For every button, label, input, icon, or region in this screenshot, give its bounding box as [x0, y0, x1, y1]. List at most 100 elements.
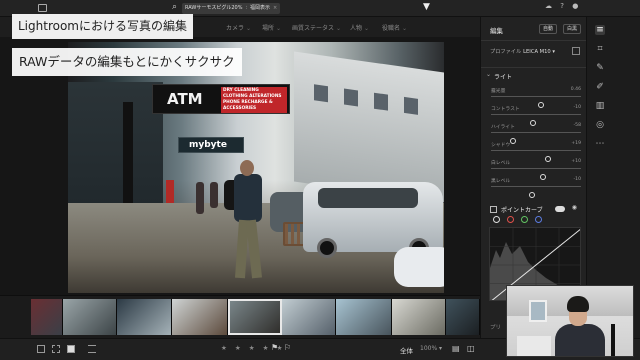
- white-car: [303, 182, 443, 258]
- slider-value[interactable]: -58: [573, 123, 581, 128]
- atm-sign: ATM DRY CLEANING CLOTHING ALTERATIONS PH…: [152, 84, 290, 114]
- slider-track[interactable]: [491, 132, 581, 144]
- compare-icon[interactable]: ◫: [467, 344, 475, 353]
- filter-icon[interactable]: ▼: [423, 2, 430, 12]
- slider-value[interactable]: +10: [571, 159, 581, 164]
- slider-exposure[interactable]: 露光量 0.46: [481, 87, 587, 108]
- detail-view-icon[interactable]: [67, 345, 75, 353]
- filmstrip-thumbnail-selected[interactable]: [228, 299, 282, 335]
- building-window: [314, 84, 328, 103]
- profile-value: LEICA M10 ▾: [523, 49, 555, 55]
- radial-icon[interactable]: ◎: [595, 120, 605, 130]
- light-section-header[interactable]: ⌄ ライト: [481, 67, 587, 81]
- filter-status[interactable]: 画質ステータス ⌄: [292, 23, 341, 32]
- channel-rgb-icon[interactable]: [493, 216, 500, 223]
- slider-highlights[interactable]: ハイライト -58: [481, 123, 587, 144]
- sliders-icon[interactable]: ≡: [595, 25, 605, 35]
- notification-icon[interactable]: ●: [572, 2, 578, 10]
- healing-icon[interactable]: ✎: [595, 63, 605, 73]
- presets-label[interactable]: プリ: [490, 323, 501, 331]
- slider-track[interactable]: [491, 114, 581, 126]
- more-icon[interactable]: ⋯: [595, 139, 605, 149]
- man-torso: [234, 174, 262, 222]
- filmstrip: [0, 295, 480, 338]
- building-window: [344, 88, 358, 107]
- zoom-fit-label[interactable]: 全体: [400, 345, 413, 355]
- desk: [517, 336, 551, 356]
- grid-view-icon[interactable]: [37, 345, 45, 353]
- curve-toggle[interactable]: [555, 206, 565, 212]
- help-icons: ☁ ? ●: [545, 2, 578, 10]
- zoom-level[interactable]: 100% ▾: [420, 345, 442, 352]
- building-window: [374, 92, 388, 111]
- filmstrip-thumbnail[interactable]: [172, 299, 228, 335]
- help-icon[interactable]: ?: [560, 2, 564, 10]
- curve-icon: [490, 206, 497, 213]
- channel-blue-icon[interactable]: [535, 216, 542, 223]
- slider-value[interactable]: -10: [573, 105, 581, 110]
- brush-icon[interactable]: ✐: [595, 82, 605, 92]
- filter-people[interactable]: 人物 ⌄: [350, 23, 369, 32]
- bw-button[interactable]: 白黒: [563, 24, 582, 34]
- channel-red-icon[interactable]: [507, 216, 514, 223]
- search-chip-2[interactable]: 福岡表示 ×: [247, 3, 281, 14]
- slider-track[interactable]: [491, 96, 581, 108]
- filmstrip-thumbnail[interactable]: [392, 299, 446, 335]
- profile-selector[interactable]: プロファイル LEICA M10 ▾: [490, 48, 555, 55]
- auto-button[interactable]: 自動: [539, 24, 558, 34]
- sort-icon[interactable]: [88, 345, 96, 353]
- loupe-icon[interactable]: ▤: [452, 344, 460, 353]
- slider-shadows[interactable]: シャドウ +19: [481, 141, 587, 162]
- filter-label: 場所: [262, 25, 275, 32]
- slider-value[interactable]: -10: [573, 177, 581, 182]
- slider-label: 露光量: [491, 89, 506, 94]
- slider-label: 白レベル: [491, 161, 511, 166]
- man-leg: [245, 219, 263, 279]
- filmstrip-thumbnail[interactable]: [31, 299, 63, 335]
- video-caption-subtitle: RAWデータの編集もとにかくサクサク: [12, 48, 242, 76]
- slider-contrast[interactable]: コントラスト -10: [481, 105, 587, 126]
- channel-green-icon[interactable]: [521, 216, 528, 223]
- profile-browser-icon[interactable]: [572, 47, 580, 55]
- filter-label: 画質ステータス: [292, 25, 335, 32]
- panel-toggle-icon[interactable]: [38, 4, 47, 12]
- reject-flag-icon[interactable]: ⚐: [284, 343, 291, 352]
- slider-knob[interactable]: [529, 192, 536, 198]
- slider-value[interactable]: 0.46: [571, 87, 581, 92]
- slider-track[interactable]: [491, 186, 581, 198]
- filmstrip-thumbnail[interactable]: [336, 299, 392, 335]
- filter-title[interactable]: 役職名 ⌄: [382, 23, 407, 32]
- filmstrip-thumbnail[interactable]: [117, 299, 172, 335]
- chevron-down-icon: ⌄: [276, 25, 282, 32]
- main-photo[interactable]: ATM DRY CLEANING CLOTHING ALTERATIONS PH…: [68, 42, 444, 293]
- filter-label: カメラ: [226, 25, 245, 32]
- cloud-icon[interactable]: ☁: [545, 2, 552, 10]
- filter-camera[interactable]: カメラ ⌄: [226, 23, 251, 32]
- slider-label: シャドウ: [491, 143, 511, 148]
- search-chip-1[interactable]: RAWサーモスピグル20%×: [182, 3, 253, 14]
- flag-icon[interactable]: ⚑: [271, 343, 278, 352]
- crop-icon[interactable]: ⌗: [595, 44, 605, 54]
- eye-icon[interactable]: ◉: [572, 204, 577, 211]
- building: [294, 51, 444, 203]
- square-grid-icon[interactable]: [52, 345, 60, 353]
- slider-track[interactable]: [491, 150, 581, 162]
- video-caption-title: Lightroomにおける写真の編集: [12, 14, 193, 39]
- edit-panel-header: 編集 自動 白黒: [481, 17, 587, 41]
- close-icon[interactable]: ×: [273, 5, 277, 11]
- filter-location[interactable]: 場所 ⌄: [262, 23, 281, 32]
- atm-text: ATM: [167, 90, 203, 108]
- filmstrip-thumbnail[interactable]: [63, 299, 117, 335]
- pedestrian: [210, 182, 218, 208]
- filmstrip-thumbnail[interactable]: [446, 299, 480, 335]
- chevron-down-icon: ⌄: [246, 25, 252, 32]
- slider-track[interactable]: [491, 168, 581, 180]
- slider-value[interactable]: +19: [571, 141, 581, 146]
- light-section-label: ライト: [494, 74, 513, 81]
- filmstrip-thumbnail[interactable]: [282, 299, 336, 335]
- slider-whites[interactable]: 白レベル +10: [481, 159, 587, 180]
- slider-blacks[interactable]: 黒レベル -10: [481, 177, 587, 198]
- slider-label: コントラスト: [491, 107, 520, 112]
- search-icon[interactable]: ⌕: [172, 2, 177, 12]
- gradient-icon[interactable]: ▥: [595, 101, 605, 111]
